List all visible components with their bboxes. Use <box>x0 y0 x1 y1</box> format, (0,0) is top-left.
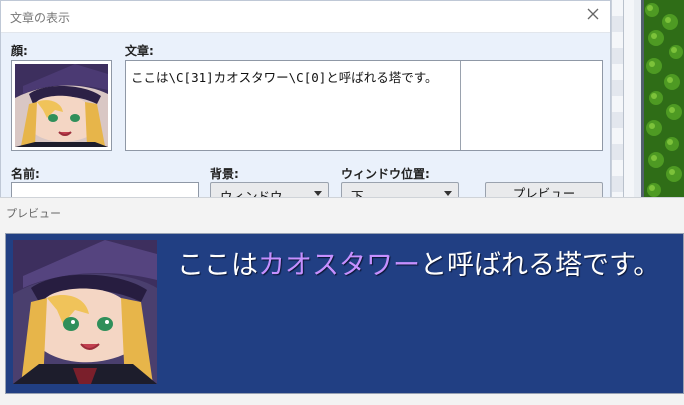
message-dialog: 文章の表示 顔: 文章: ここは\C[31]カオスタワー\C[0]と呼ばれる塔で… <box>0 0 611 206</box>
dialog-titlebar: 文章の表示 <box>1 1 610 33</box>
map-view[interactable] <box>641 0 684 200</box>
preview-window: プレビュー ここはカオスタワーと呼ばれる塔です。 <box>0 197 684 405</box>
background-label: 背景: <box>210 167 239 181</box>
face-selector[interactable] <box>11 60 112 151</box>
close-icon[interactable] <box>586 7 600 21</box>
dialog-title: 文章の表示 <box>10 11 71 25</box>
face-portrait <box>15 64 108 147</box>
editor-strip-border <box>623 0 634 200</box>
preview-text-highlight: カオスタワー <box>258 250 420 281</box>
chevron-down-icon <box>314 191 322 196</box>
tree-tiles <box>644 0 684 200</box>
message-width-guide <box>460 61 461 150</box>
preview-text-before: ここは <box>177 250 258 281</box>
message-text: ここは\C[31]カオスタワー\C[0]と呼ばれる塔です。 <box>131 70 438 85</box>
chevron-down-icon <box>444 191 452 196</box>
preview-message-text: ここはカオスタワーと呼ばれる塔です。 <box>177 243 660 282</box>
preview-text-after: と呼ばれる塔です。 <box>420 250 661 281</box>
message-textarea[interactable]: ここは\C[31]カオスタワー\C[0]と呼ばれる塔です。 <box>125 60 603 151</box>
window-position-label: ウィンドウ位置: <box>341 167 430 181</box>
name-label: 名前: <box>11 167 40 181</box>
preview-message-box: ここはカオスタワーと呼ばれる塔です。 <box>5 233 684 394</box>
message-label: 文章: <box>125 44 154 58</box>
preview-title: プレビュー <box>6 207 61 220</box>
face-label: 顔: <box>11 44 28 58</box>
face-portrait <box>13 240 157 384</box>
